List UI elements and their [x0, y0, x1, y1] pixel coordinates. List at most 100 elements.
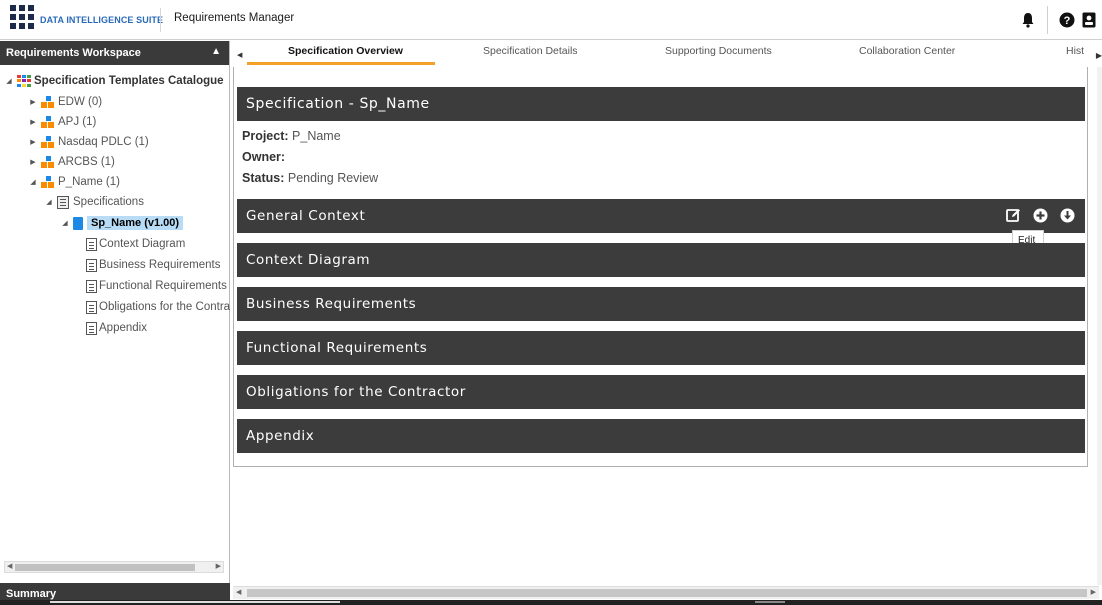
tree-specifications-folder[interactable]: ◢ Specifications — [44, 193, 144, 211]
tree-project-item[interactable]: ▶ ARCBS (1) — [28, 153, 115, 171]
project-icon — [41, 176, 55, 188]
tree-project-label: APJ (1) — [58, 116, 97, 128]
tree-section-item[interactable]: Obligations for the Contra — [86, 298, 230, 316]
section-bar-obligations[interactable]: Obligations for the Contractor — [237, 375, 1085, 409]
tree-project-item[interactable]: ◢ P_Name (1) — [28, 173, 120, 191]
tree-project-label: ARCBS (1) — [58, 156, 115, 168]
section-title: Business Requirements — [246, 296, 417, 312]
add-circle-icon[interactable] — [1032, 207, 1048, 223]
bottom-strip-segment — [755, 601, 785, 603]
project-value: P_Name — [292, 129, 341, 143]
status-row: Status: Pending Review — [242, 171, 378, 185]
user-profile-icon[interactable] — [1078, 9, 1100, 31]
workspace-tree: ◢ Specification Templates Catalogue ▶ ED… — [0, 69, 230, 599]
tree-project-label: Nasdaq PDLC (1) — [58, 136, 149, 148]
expanded-caret-icon[interactable]: ◢ — [44, 198, 54, 206]
collapsed-caret-icon[interactable]: ▶ — [28, 98, 38, 106]
catalogue-icon — [17, 75, 31, 87]
top-right-icons: ? — [1017, 0, 1102, 40]
section-bar-appendix[interactable]: Appendix — [237, 419, 1085, 453]
download-circle-icon[interactable] — [1059, 207, 1075, 223]
tab-scroll-right-icon[interactable]: ▶ — [1096, 51, 1102, 60]
scroll-right-arrow-icon[interactable]: ▶ — [216, 562, 221, 570]
collapsed-caret-icon[interactable]: ▶ — [28, 158, 38, 166]
help-icon[interactable]: ? — [1056, 9, 1078, 31]
tree-folder-label: Specifications — [73, 196, 144, 208]
bottom-strip — [0, 600, 1102, 605]
tab-scroll-left-icon[interactable]: ◀ — [237, 51, 242, 59]
project-label: Project: — [242, 129, 289, 143]
owner-row: Owner: — [242, 150, 285, 164]
expanded-caret-icon[interactable]: ◢ — [4, 77, 14, 85]
scroll-left-arrow-icon[interactable]: ◀ — [236, 588, 241, 596]
section-bar-general-context[interactable]: General Context — [237, 199, 1085, 233]
tree-project-item[interactable]: ▶ EDW (0) — [28, 93, 102, 111]
scroll-right-arrow-icon[interactable]: ▶ — [1091, 588, 1096, 596]
document-icon — [86, 258, 97, 272]
specifications-icon — [57, 195, 69, 209]
section-title: General Context — [246, 208, 366, 224]
tree-root-catalogue[interactable]: ◢ Specification Templates Catalogue — [4, 72, 224, 90]
tab-specification-details[interactable]: Specification Details — [483, 45, 578, 57]
tree-section-label: Appendix — [99, 322, 147, 334]
top-divider — [1047, 6, 1048, 34]
tab-specification-overview[interactable]: Specification Overview — [288, 45, 403, 57]
specification-title-bar: Specification - Sp_Name — [237, 87, 1085, 121]
collapsed-caret-icon[interactable]: ▶ — [28, 138, 38, 146]
tree-project-item[interactable]: ▶ APJ (1) — [28, 113, 96, 131]
main-vertical-scrollbar[interactable] — [1097, 67, 1102, 585]
status-value: Pending Review — [287, 171, 379, 185]
main-horizontal-scrollbar[interactable]: ◀ ▶ — [233, 586, 1099, 599]
workspace-header: Requirements Workspace ▲ — [0, 41, 229, 65]
tree-root-label: Specification Templates Catalogue — [34, 75, 224, 87]
expanded-caret-icon[interactable]: ◢ — [28, 178, 38, 186]
owner-label: Owner: — [242, 150, 286, 164]
workspace-title: Requirements Workspace — [6, 47, 141, 59]
tree-section-label: Functional Requirements — [99, 280, 227, 292]
tab-bar: ◀ Specification Overview Specification D… — [233, 41, 1102, 67]
tab-collaboration-center[interactable]: Collaboration Center — [859, 45, 955, 57]
section-bar-context-diagram[interactable]: Context Diagram — [237, 243, 1085, 277]
app-launcher-grid-icon[interactable] — [10, 5, 34, 29]
project-icon — [41, 136, 55, 148]
document-icon — [86, 237, 97, 251]
tree-section-item[interactable]: Context Diagram — [86, 235, 185, 253]
project-icon — [41, 116, 55, 128]
section-bar-functional-requirements[interactable]: Functional Requirements — [237, 331, 1085, 365]
module-title: Requirements Manager — [174, 12, 295, 24]
tab-supporting-documents[interactable]: Supporting Documents — [665, 45, 772, 57]
scrollbar-thumb[interactable] — [15, 564, 195, 571]
tree-section-item[interactable]: Business Requirements — [86, 256, 220, 274]
scroll-left-arrow-icon[interactable]: ◀ — [7, 562, 12, 570]
edit-icon[interactable] — [1005, 207, 1021, 223]
section-title: Functional Requirements — [246, 340, 428, 356]
tree-section-item[interactable]: Appendix — [86, 319, 147, 337]
brand-name: DATA INTELLIGENCE SUITE — [40, 15, 164, 25]
bottom-strip-segment — [50, 601, 340, 603]
project-icon — [41, 96, 55, 108]
tree-section-item[interactable]: Functional Requirements — [86, 277, 227, 295]
section-bar-business-requirements[interactable]: Business Requirements — [237, 287, 1085, 321]
sidebar-horizontal-scrollbar[interactable]: ◀ ▶ — [4, 561, 224, 573]
tab-history[interactable]: Hist — [1066, 45, 1084, 57]
project-row: Project: P_Name — [242, 129, 341, 143]
status-label: Status: — [242, 171, 285, 185]
section-title: Obligations for the Contractor — [246, 384, 466, 400]
top-bar: DATA INTELLIGENCE SUITE Requirements Man… — [0, 0, 1102, 40]
document-icon — [86, 300, 97, 314]
tree-project-item[interactable]: ▶ Nasdaq PDLC (1) — [28, 133, 149, 151]
tree-project-label: P_Name (1) — [58, 176, 120, 188]
section-title: Context Diagram — [246, 252, 371, 268]
tree-selected-spec[interactable]: ◢ Sp_Name (v1.00) — [60, 214, 184, 232]
notifications-bell-icon[interactable] — [1017, 9, 1039, 31]
collapse-chevron-up-icon[interactable]: ▲ — [211, 46, 221, 57]
specification-title: Specification - Sp_Name — [246, 96, 430, 112]
spec-document-icon — [73, 216, 83, 230]
brand-divider — [160, 8, 161, 32]
scrollbar-thumb[interactable] — [247, 589, 1087, 597]
expanded-caret-icon[interactable]: ◢ — [60, 219, 70, 227]
collapsed-caret-icon[interactable]: ▶ — [28, 118, 38, 126]
svg-text:?: ? — [1064, 15, 1071, 27]
active-tab-indicator — [247, 62, 435, 65]
document-icon — [86, 321, 97, 335]
